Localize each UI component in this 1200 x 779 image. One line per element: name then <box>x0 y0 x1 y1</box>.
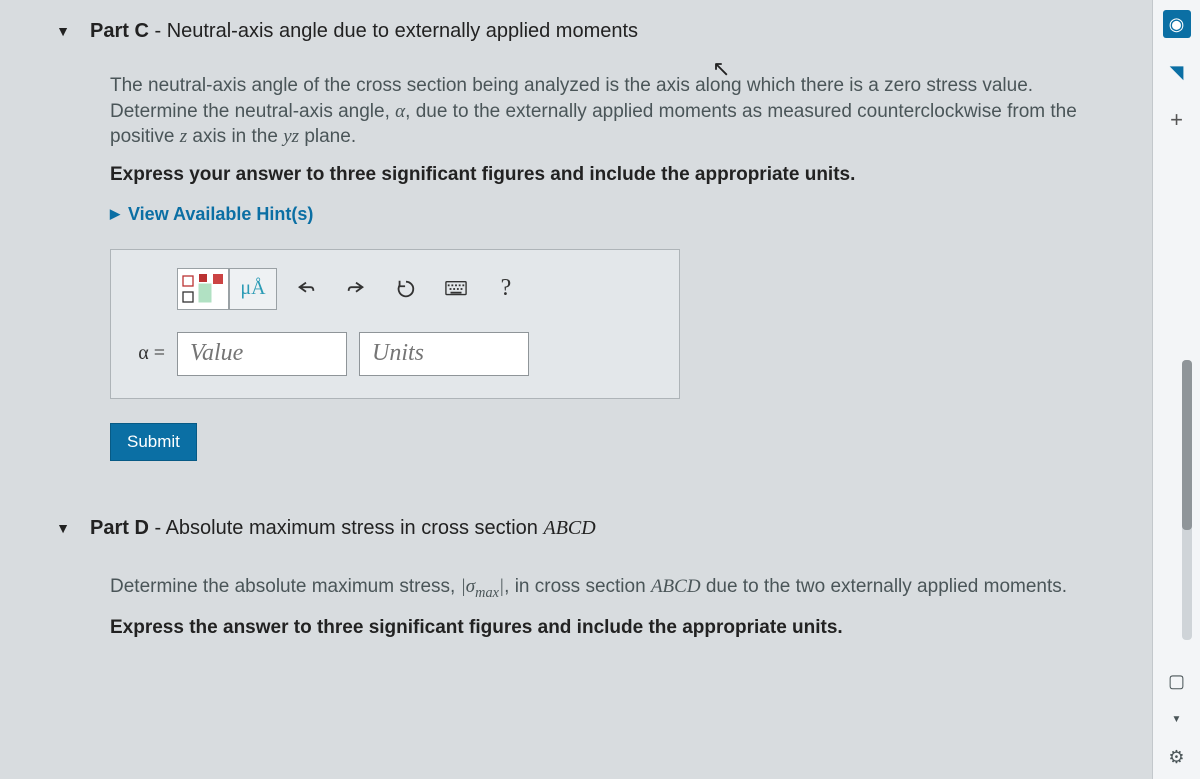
part-d-label: Part D <box>90 517 149 539</box>
scrollbar-thumb[interactable] <box>1182 360 1192 530</box>
redo-button[interactable] <box>335 268 377 310</box>
part-d-description: Determine the absolute maximum stress, |… <box>110 574 1110 603</box>
units-button[interactable]: μÅ <box>229 268 277 310</box>
equation-template-button[interactable] <box>177 268 229 310</box>
collapse-part-d[interactable]: ▼ <box>20 520 70 536</box>
part-d-instruction: Express the answer to three significant … <box>110 617 1110 639</box>
view-hints-label: View Available Hint(s) <box>128 204 313 225</box>
camera-icon[interactable]: ◉ <box>1163 10 1191 38</box>
undo-button[interactable] <box>285 268 327 310</box>
reset-button[interactable] <box>385 268 427 310</box>
chevron-right-icon: ▶ <box>110 206 120 222</box>
help-button[interactable]: ? <box>485 268 527 310</box>
scrollbar-track[interactable] <box>1182 360 1192 640</box>
dropdown-icon[interactable]: ▼ <box>1163 705 1191 733</box>
right-sidebar: ◉ ◥ + ▢ ▼ ⚙ <box>1152 0 1200 779</box>
plus-icon[interactable]: + <box>1163 106 1191 134</box>
alpha-label: α = <box>129 342 165 365</box>
gear-icon[interactable]: ⚙ <box>1163 743 1191 771</box>
square-icon[interactable]: ▢ <box>1163 667 1191 695</box>
collapse-part-c[interactable]: ▼ <box>20 23 70 39</box>
value-input[interactable] <box>177 332 347 376</box>
equation-toolbar: μÅ ? <box>177 268 661 310</box>
part-c-instruction: Express your answer to three significant… <box>110 164 1110 186</box>
part-c-label: Part C <box>90 20 149 42</box>
part-d-title: Part D - Absolute maximum stress in cros… <box>90 517 596 540</box>
part-c-title: Part C - Neutral-axis angle due to exter… <box>90 20 638 43</box>
keyboard-button[interactable] <box>435 268 477 310</box>
flag-icon[interactable]: ◥ <box>1163 58 1191 86</box>
submit-button[interactable]: Submit <box>110 423 197 461</box>
part-c-subtitle: Neutral-axis angle due to externally app… <box>167 20 638 42</box>
units-input[interactable] <box>359 332 529 376</box>
answer-panel: μÅ ? α = <box>110 249 680 399</box>
part-d-subtitle: Absolute maximum stress in cross section… <box>166 517 596 539</box>
view-hints-toggle[interactable]: ▶ View Available Hint(s) <box>110 204 313 225</box>
part-c-description: The neutral-axis angle of the cross sect… <box>110 73 1110 150</box>
